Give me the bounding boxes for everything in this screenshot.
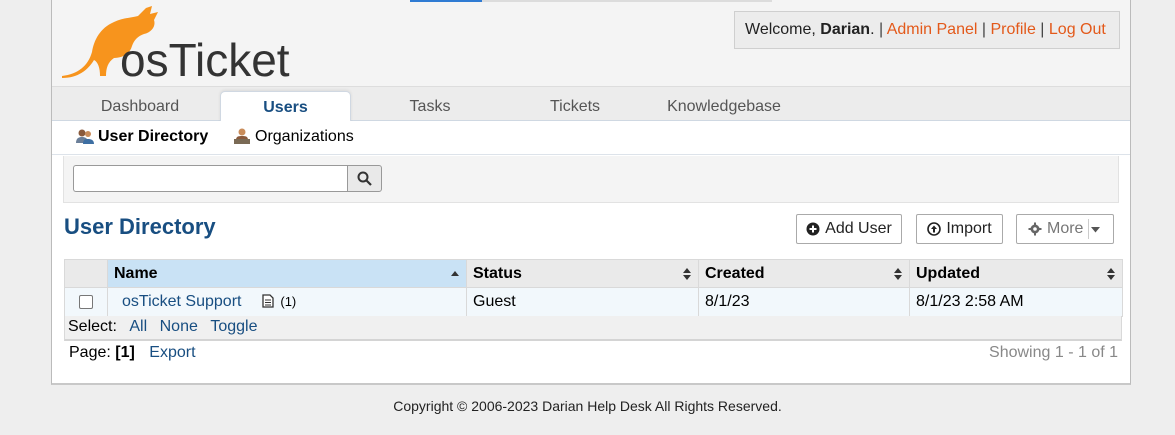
select-label: Select: <box>68 318 117 335</box>
tab-dashboard[interactable]: Dashboard <box>70 87 210 121</box>
footer: Copyright © 2006-2023 Darian Help Desk A… <box>393 398 782 414</box>
logout-link[interactable]: Log Out <box>1049 21 1106 38</box>
column-label: Updated <box>916 264 980 282</box>
search-icon <box>357 171 372 186</box>
row-checkbox[interactable] <box>79 294 93 309</box>
sort-icon <box>683 268 691 280</box>
showing-count: Showing 1 - 1 of 1 <box>989 344 1118 361</box>
users-table: Name Status Created Updated osTicket Sup… <box>64 259 1123 317</box>
add-user-button[interactable]: Add User <box>796 214 902 244</box>
admin-panel-link[interactable]: Admin Panel <box>887 21 978 38</box>
subnav-user-directory-label: User Directory <box>98 128 209 145</box>
pagination: Page: [1] Export <box>69 344 196 362</box>
import-label: Import <box>946 220 992 237</box>
top-strip <box>482 0 772 2</box>
separator: | <box>1040 21 1045 38</box>
profile-link[interactable]: Profile <box>990 21 1035 38</box>
separator: | <box>981 21 987 38</box>
welcome-user: Darian <box>820 21 871 38</box>
search-button[interactable] <box>347 165 382 192</box>
export-link[interactable]: Export <box>149 344 195 361</box>
column-header-status[interactable]: Status <box>466 259 699 288</box>
select-column-header <box>64 259 108 288</box>
name-cell: osTicket Support (1) <box>107 287 467 317</box>
logo-text: osTicket <box>120 34 290 82</box>
page-label: Page: <box>69 344 111 361</box>
import-button[interactable]: Import <box>916 214 1003 244</box>
main-nav: Dashboard Users Tasks Tickets Knowledgeb… <box>52 86 1130 122</box>
more-label: More <box>1047 220 1084 237</box>
tab-users[interactable]: Users <box>220 91 351 122</box>
subnav-user-directory[interactable]: User Directory <box>76 128 208 146</box>
users-icon <box>76 129 94 144</box>
current-page: [1] <box>115 344 135 361</box>
upload-circle-icon <box>927 222 942 236</box>
status-cell: Guest <box>466 287 699 317</box>
more-button[interactable]: More <box>1016 214 1114 244</box>
separator: | <box>878 21 884 38</box>
user-name-link[interactable]: osTicket Support <box>122 293 241 310</box>
tab-tasks[interactable]: Tasks <box>360 87 500 121</box>
note-icon[interactable] <box>262 294 274 308</box>
select-none-link[interactable]: None <box>160 318 198 335</box>
gear-icon <box>1028 222 1042 236</box>
created-cell: 8/1/23 <box>698 287 910 317</box>
kangaroo-logo-icon: osTicket <box>62 6 290 86</box>
select-all-link[interactable]: All <box>129 318 147 335</box>
column-header-name[interactable]: Name <box>107 259 467 288</box>
page-container: osTicket Welcome, Darian. | Admin Panel … <box>51 0 1131 385</box>
logo[interactable]: osTicket <box>60 4 290 86</box>
table-row: osTicket Support (1) Guest 8/1/23 8/1/23… <box>64 287 1123 317</box>
column-label: Status <box>473 264 522 282</box>
column-header-created[interactable]: Created <box>698 259 910 288</box>
select-toggle-link[interactable]: Toggle <box>210 318 257 335</box>
select-controls: Select: All None Toggle <box>64 316 1122 341</box>
column-label: Name <box>114 264 158 282</box>
sort-icon <box>1107 268 1115 280</box>
welcome-prefix: Welcome, <box>745 21 821 38</box>
subnav-organizations-label: Organizations <box>255 128 354 145</box>
sub-nav: User Directory Organizations <box>52 121 1130 155</box>
search-input[interactable] <box>73 165 347 192</box>
table-header-row: Name Status Created Updated <box>64 259 1123 288</box>
subnav-organizations[interactable]: Organizations <box>233 128 354 146</box>
column-label: Created <box>705 264 765 282</box>
header: osTicket Welcome, Darian. | Admin Panel … <box>52 0 1130 86</box>
welcome-suffix: . <box>870 21 875 38</box>
add-user-label: Add User <box>825 220 892 237</box>
sort-asc-icon <box>451 271 459 276</box>
updated-cell: 8/1/23 2:58 AM <box>909 287 1123 317</box>
search-bar <box>63 156 1119 203</box>
row-select-cell <box>64 287 108 317</box>
divider <box>1088 219 1089 239</box>
organization-icon <box>234 128 250 144</box>
plus-circle-icon <box>806 222 820 236</box>
top-strip-accent <box>410 0 482 2</box>
tab-tickets[interactable]: Tickets <box>505 87 645 121</box>
caret-down-icon <box>1091 227 1100 233</box>
tab-knowledgebase[interactable]: Knowledgebase <box>654 87 794 121</box>
column-header-updated[interactable]: Updated <box>909 259 1123 288</box>
welcome-bar: Welcome, Darian. | Admin Panel | Profile… <box>734 11 1120 49</box>
sort-icon <box>894 268 902 280</box>
page-title: User Directory <box>64 214 216 239</box>
note-count: (1) <box>280 294 297 309</box>
